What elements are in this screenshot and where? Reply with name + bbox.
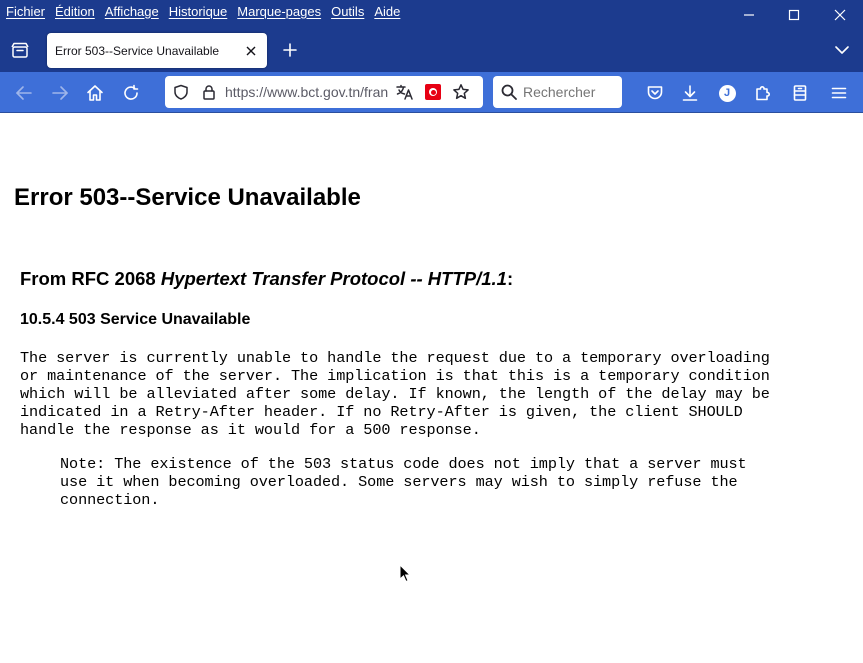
container-extension-button[interactable] xyxy=(785,78,815,108)
shield-icon xyxy=(174,84,188,100)
window-titlebar: Fichier Édition Affichage Historique Mar… xyxy=(0,0,863,72)
app-menu-button[interactable] xyxy=(824,78,854,108)
note-paragraph: Note: The existence of the 503 status co… xyxy=(60,455,747,509)
navigation-toolbar: J xyxy=(0,72,863,113)
chevron-down-icon xyxy=(835,46,849,54)
new-tab-button[interactable] xyxy=(277,37,303,63)
rfc-heading: From RFC 2068 Hypertext Transfer Protoco… xyxy=(20,268,513,290)
downloads-button[interactable] xyxy=(675,78,705,108)
reload-button[interactable] xyxy=(116,78,146,108)
section-heading: 10.5.4 503 Service Unavailable xyxy=(20,311,251,328)
site-security-button[interactable] xyxy=(195,78,223,106)
maximize-icon xyxy=(788,9,800,21)
plus-icon xyxy=(283,43,297,57)
mouse-pointer-icon xyxy=(399,564,411,583)
tab-error-503[interactable]: Error 503--Service Unavailable xyxy=(47,33,267,68)
menu-affichage[interactable]: Affichage xyxy=(105,4,159,19)
rfc-title: Hypertext Transfer Protocol -- HTTP/1.1 xyxy=(160,268,507,289)
account-avatar: J xyxy=(718,84,736,102)
bookmark-star-button[interactable] xyxy=(447,78,475,106)
minimize-button[interactable] xyxy=(726,0,772,30)
minimize-icon xyxy=(744,14,754,16)
pocket-button[interactable] xyxy=(640,78,670,108)
home-icon xyxy=(87,85,103,101)
translate-button[interactable] xyxy=(391,78,419,106)
arrow-left-icon xyxy=(16,86,32,100)
menu-fichier[interactable]: Fichier xyxy=(6,4,45,19)
close-window-button[interactable] xyxy=(817,0,863,30)
pocket-icon xyxy=(647,86,663,100)
account-button[interactable]: J xyxy=(712,78,742,108)
menu-bar: Fichier Édition Affichage Historique Mar… xyxy=(0,0,400,22)
hamburger-menu-icon xyxy=(831,87,847,99)
list-all-tabs-button[interactable] xyxy=(829,37,855,63)
translate-icon xyxy=(396,84,413,100)
page-title: Error 503--Service Unavailable xyxy=(14,184,361,211)
menu-marque-pages[interactable]: Marque-pages xyxy=(237,4,321,19)
search-bar[interactable] xyxy=(493,76,622,108)
arrow-right-icon xyxy=(52,86,68,100)
reload-icon xyxy=(124,84,139,100)
url-input[interactable] xyxy=(223,78,391,106)
tab-title: Error 503--Service Unavailable xyxy=(55,43,220,58)
search-icon xyxy=(501,84,517,100)
menu-historique[interactable]: Historique xyxy=(169,4,228,19)
home-button[interactable] xyxy=(80,78,110,108)
menu-edition[interactable]: Édition xyxy=(55,4,95,19)
maximize-button[interactable] xyxy=(771,0,817,30)
tab-close-button[interactable] xyxy=(239,39,263,63)
close-icon xyxy=(246,46,256,55)
star-icon xyxy=(453,84,469,100)
archive-box-icon xyxy=(793,85,807,101)
address-bar[interactable] xyxy=(165,76,483,108)
download-icon xyxy=(682,85,698,101)
tracking-protection-button[interactable] xyxy=(167,78,195,106)
firefox-view-icon xyxy=(11,42,29,58)
rfc-prefix: From RFC 2068 xyxy=(20,268,161,289)
extension-flag-button[interactable] xyxy=(419,78,447,106)
page-content: Error 503--Service Unavailable From RFC … xyxy=(0,113,863,663)
search-input[interactable] xyxy=(523,84,619,100)
tunisia-flag-icon xyxy=(425,84,441,100)
body-paragraph: The server is currently unable to handle… xyxy=(20,349,770,439)
menu-aide[interactable]: Aide xyxy=(374,4,400,19)
menu-outils[interactable]: Outils xyxy=(331,4,364,19)
tab-strip: Error 503--Service Unavailable xyxy=(0,28,863,72)
rfc-suffix: : xyxy=(506,268,514,289)
close-icon xyxy=(834,9,846,21)
forward-button[interactable] xyxy=(45,78,75,108)
firefox-view-button[interactable] xyxy=(6,36,34,64)
lock-icon xyxy=(203,85,215,100)
extensions-button[interactable] xyxy=(748,78,778,108)
back-button[interactable] xyxy=(9,78,39,108)
puzzle-icon xyxy=(756,86,770,101)
